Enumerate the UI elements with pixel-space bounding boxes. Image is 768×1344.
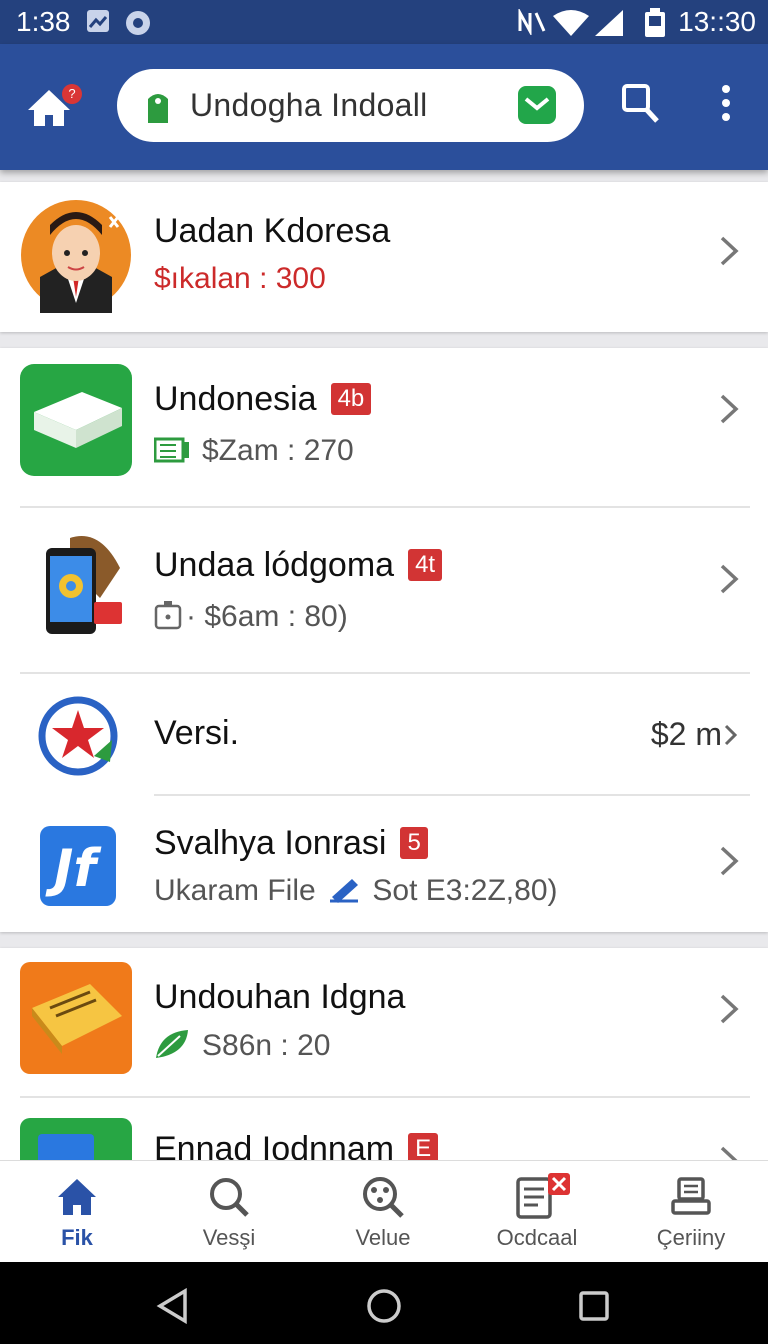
- profile-value: $ıkalan : 300: [154, 262, 326, 295]
- app-screen: 1:38 13::30 ? Undogha Indoall Uadan Kdor…: [0, 0, 768, 1344]
- avatar: [21, 200, 131, 313]
- item-subtitle: $Zam : 270: [153, 434, 354, 468]
- nav-tab-velue[interactable]: Velue: [306, 1161, 460, 1263]
- list-item-undaa[interactable]: Undaa lódgoma 4t · $6am : 80): [0, 508, 768, 673]
- back-icon[interactable]: [155, 1288, 191, 1324]
- profile-card[interactable]: Uadan Kdoresa $ıkalan : 300: [0, 182, 768, 332]
- settings-icon: [126, 11, 150, 35]
- notification-badge: ?: [62, 84, 82, 104]
- item-title: Svalhya Ionrasi 5: [154, 824, 428, 863]
- item-title: Undaa lódgoma 4t: [154, 546, 443, 585]
- item-price: $2 m: [651, 716, 738, 753]
- nav-label: Vesşi: [202, 1225, 256, 1250]
- nav-tab-fik[interactable]: Fik: [0, 1161, 154, 1263]
- item-badge: 4t: [408, 549, 443, 581]
- nav-label: Çeriiny: [656, 1225, 726, 1250]
- nav-tab-ceriiny[interactable]: Çeriiny: [614, 1161, 768, 1263]
- item-badge: 5: [400, 827, 428, 859]
- status-bar: 1:38 13::30: [0, 0, 768, 44]
- list-item-svalhya[interactable]: Jf Svalhya Ionrasi 5 Ukaram File Sot E3:2…: [0, 796, 768, 932]
- nfc-icon: [518, 9, 546, 35]
- ticket-icon: [153, 437, 189, 463]
- list-item-ennad[interactable]: Ennad Iodnnam E: [0, 1098, 768, 1178]
- home-circle-icon[interactable]: [366, 1288, 402, 1324]
- film-reel-icon: [363, 1177, 404, 1218]
- list-item-undouhan[interactable]: Undouhan Idgna S86n : 20: [0, 948, 768, 1096]
- nav-label: Velue: [355, 1225, 411, 1250]
- profile-name: Uadan Kdoresa: [154, 212, 391, 250]
- battery-icon: [645, 8, 665, 37]
- wifi-icon: [553, 10, 589, 36]
- printer-icon: [671, 1177, 711, 1215]
- list-item-undonesia[interactable]: Undonesia 4b $Zam : 270: [0, 348, 768, 508]
- image-icon: [87, 10, 109, 32]
- app-title: Undogha Indoall: [190, 87, 428, 123]
- title-search-bar[interactable]: Undogha Indoall: [117, 69, 584, 142]
- document-icon: [516, 1173, 570, 1219]
- message-icon[interactable]: [518, 86, 556, 124]
- timer-icon: [154, 601, 182, 630]
- home-icon: [58, 1179, 96, 1215]
- chevron-right-icon: [724, 724, 738, 746]
- recents-icon[interactable]: [578, 1290, 610, 1322]
- item-title: Undouhan Idgna: [154, 978, 406, 1016]
- item-subtitle: Ukaram File Sot E3:2Z,80): [154, 874, 558, 907]
- more-options-icon[interactable]: [718, 82, 734, 126]
- star-compass-icon: [38, 696, 118, 776]
- item-subtitle: · $6am : 80): [154, 600, 348, 634]
- item-title: Undonesia 4b: [154, 380, 372, 419]
- signal-icon: [595, 10, 623, 36]
- status-clock: 13::30: [678, 6, 756, 37]
- item-title: Versi.: [154, 714, 240, 752]
- nav-label: Fik: [61, 1225, 93, 1250]
- chevron-right-icon: [720, 236, 739, 266]
- chevron-right-icon: [720, 394, 739, 424]
- tag-icon: [148, 94, 168, 123]
- list-item-versi[interactable]: Versi. $2 m: [0, 674, 768, 796]
- nav-tab-ocdcaal[interactable]: Ocdcaal: [460, 1161, 614, 1263]
- item-subtitle: S86n : 20: [154, 1028, 330, 1063]
- item-badge: 4b: [330, 383, 372, 415]
- app-bar: ? Undogha Indoall: [0, 44, 768, 170]
- svg-text:Jf: Jf: [45, 839, 102, 899]
- bottom-navigation: Fik Vesşi Velue Ocdcaal Çeriiny: [0, 1160, 768, 1262]
- pen-icon: [330, 879, 359, 903]
- leaf-icon: [156, 1030, 188, 1058]
- list-card: Undonesia 4b $Zam : 270 Undaa lódgoma 4t ·…: [0, 348, 768, 932]
- book-app-icon: [20, 364, 132, 476]
- status-time: 1:38: [16, 6, 71, 37]
- nav-label: Ocdcaal: [496, 1225, 578, 1250]
- notes-app-icon: [20, 962, 132, 1074]
- chevron-right-icon: [720, 994, 739, 1024]
- nav-tab-vessi[interactable]: Vesşi: [152, 1161, 306, 1263]
- file-app-icon: Jf: [40, 826, 116, 906]
- system-navigation-bar: [0, 1262, 768, 1344]
- search-icon: [210, 1178, 249, 1217]
- list-card: Undouhan Idgna S86n : 20 Ennad Iodnnam E: [0, 948, 768, 1178]
- chevron-right-icon: [720, 846, 739, 876]
- phone-settings-icon: [46, 536, 122, 634]
- chevron-right-icon: [720, 564, 739, 594]
- search-icon[interactable]: [620, 82, 660, 126]
